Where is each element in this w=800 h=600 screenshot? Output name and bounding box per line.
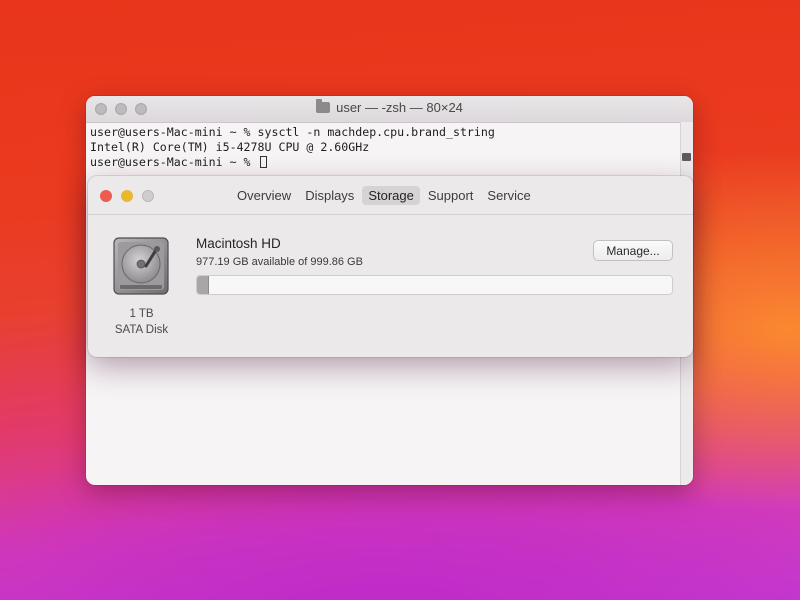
folder-icon — [316, 99, 331, 113]
terminal-prompt: user@users-Mac-mini ~ % — [90, 155, 258, 169]
about-this-mac-window[interactable]: Overview Displays Storage Support Servic… — [88, 176, 693, 357]
terminal-title-text: user — -zsh — 80×24 — [336, 100, 463, 115]
disk-capacity: 1 TB — [129, 308, 154, 320]
manage-button[interactable]: Manage... — [593, 240, 673, 261]
terminal-line: user@users-Mac-mini ~ % sysctl -n machde… — [90, 125, 495, 139]
volume-name: Macintosh HD — [196, 236, 281, 251]
disk-type: SATA Disk — [114, 324, 169, 336]
storage-usage-bar — [196, 275, 673, 295]
tab-storage[interactable]: Storage — [362, 185, 420, 205]
scrollbar-handle[interactable] — [682, 153, 691, 161]
tab-service[interactable]: Service — [481, 186, 536, 205]
volume-availability: 977.19 GB available of 999.86 GB — [196, 256, 363, 268]
hard-drive-icon — [113, 237, 169, 295]
terminal-titlebar[interactable]: user — -zsh — 80×24 — [86, 96, 693, 123]
close-button[interactable] — [100, 190, 112, 202]
terminal-title: user — -zsh — 80×24 — [86, 99, 693, 115]
about-toolbar: Overview Displays Storage Support Servic… — [88, 176, 693, 215]
tab-displays[interactable]: Displays — [299, 186, 360, 205]
tab-support[interactable]: Support — [422, 186, 480, 205]
terminal-prompt-line[interactable]: user@users-Mac-mini ~ % — [90, 155, 679, 170]
zoom-button[interactable] — [142, 190, 154, 202]
terminal-output[interactable]: user@users-Mac-mini ~ % sysctl -n machde… — [90, 125, 679, 170]
text-cursor-icon — [259, 156, 267, 168]
minimize-button[interactable] — [121, 190, 133, 202]
terminal-line: Intel(R) Core(TM) i5-4278U CPU @ 2.60GHz — [90, 140, 370, 154]
tab-overview[interactable]: Overview — [231, 186, 297, 205]
storage-used-segment — [197, 276, 209, 294]
tab-bar: Overview Displays Storage Support Servic… — [230, 184, 538, 206]
